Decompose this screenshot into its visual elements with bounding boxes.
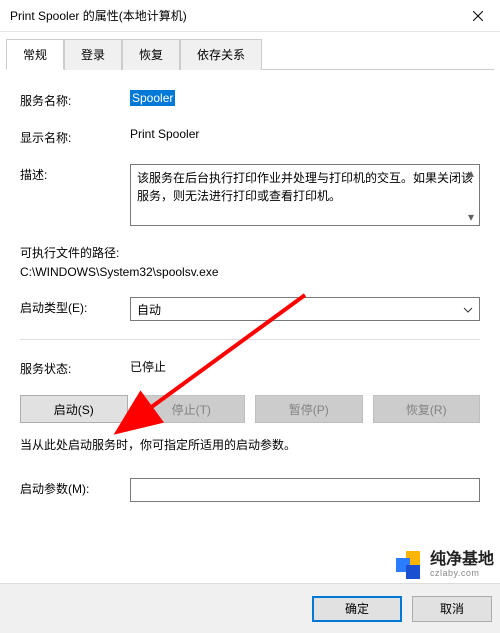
close-button[interactable] bbox=[455, 0, 500, 32]
cancel-button[interactable]: 取消 bbox=[412, 596, 492, 622]
service-name-label: 服务名称: bbox=[20, 90, 130, 109]
start-params-label: 启动参数(M): bbox=[20, 478, 130, 497]
dialog-footer: 确定 取消 bbox=[0, 583, 500, 633]
watermark-cn: 纯净基地 bbox=[430, 551, 494, 569]
hint-text: 当从此处启动服务时，你可指定所适用的启动参数。 bbox=[20, 437, 480, 454]
service-name-text: Spooler bbox=[130, 90, 175, 106]
watermark: 纯净基地 czlaby.com bbox=[396, 551, 494, 579]
tab-recovery[interactable]: 恢复 bbox=[122, 39, 180, 70]
pause-button: 暂停(P) bbox=[255, 395, 363, 423]
startup-type-select[interactable]: 自动 bbox=[130, 297, 480, 321]
watermark-en: czlaby.com bbox=[430, 569, 494, 579]
tab-general[interactable]: 常规 bbox=[6, 39, 64, 70]
exe-path-label: 可执行文件的路径: bbox=[20, 244, 480, 261]
description-label: 描述: bbox=[20, 164, 130, 183]
start-button[interactable]: 启动(S) bbox=[20, 395, 128, 423]
description-box[interactable]: 该服务在后台执行打印作业并处理与打印机的交互。如果关闭该服务，则无法进行打印或查… bbox=[130, 164, 480, 226]
exe-path-value: C:\WINDOWS\System32\spoolsv.exe bbox=[20, 265, 480, 279]
startup-type-value: 自动 bbox=[137, 301, 161, 318]
window-title: Print Spooler 的属性(本地计算机) bbox=[10, 7, 455, 24]
service-status-label: 服务状态: bbox=[20, 358, 130, 377]
tab-dependencies[interactable]: 依存关系 bbox=[180, 39, 262, 70]
divider bbox=[20, 339, 480, 340]
description-text: 该服务在后台执行打印作业并处理与打印机的交互。如果关闭该服务，则无法进行打印或查… bbox=[137, 171, 473, 203]
tab-logon[interactable]: 登录 bbox=[64, 39, 122, 70]
tab-strip: 常规 登录 恢复 依存关系 bbox=[6, 38, 494, 70]
scroll-down-icon[interactable]: ▾ bbox=[463, 209, 479, 225]
tab-content: 服务名称: Spooler 显示名称: Print Spooler 描述: 该服… bbox=[0, 70, 500, 530]
close-icon bbox=[473, 11, 483, 21]
resume-button: 恢复(R) bbox=[373, 395, 481, 423]
scroll-up-icon[interactable]: ▴ bbox=[463, 165, 479, 181]
watermark-logo-icon bbox=[396, 551, 424, 579]
stop-button: 停止(T) bbox=[138, 395, 246, 423]
display-name-value: Print Spooler bbox=[130, 127, 480, 141]
startup-type-label: 启动类型(E): bbox=[20, 297, 130, 316]
display-name-label: 显示名称: bbox=[20, 127, 130, 146]
service-status-value: 已停止 bbox=[130, 358, 480, 375]
description-scrollbar[interactable]: ▴ ▾ bbox=[463, 165, 479, 225]
service-name-value: Spooler bbox=[130, 90, 480, 106]
start-params-input[interactable] bbox=[130, 478, 480, 502]
titlebar: Print Spooler 的属性(本地计算机) bbox=[0, 0, 500, 32]
ok-button[interactable]: 确定 bbox=[312, 596, 402, 622]
chevron-down-icon bbox=[463, 302, 473, 316]
